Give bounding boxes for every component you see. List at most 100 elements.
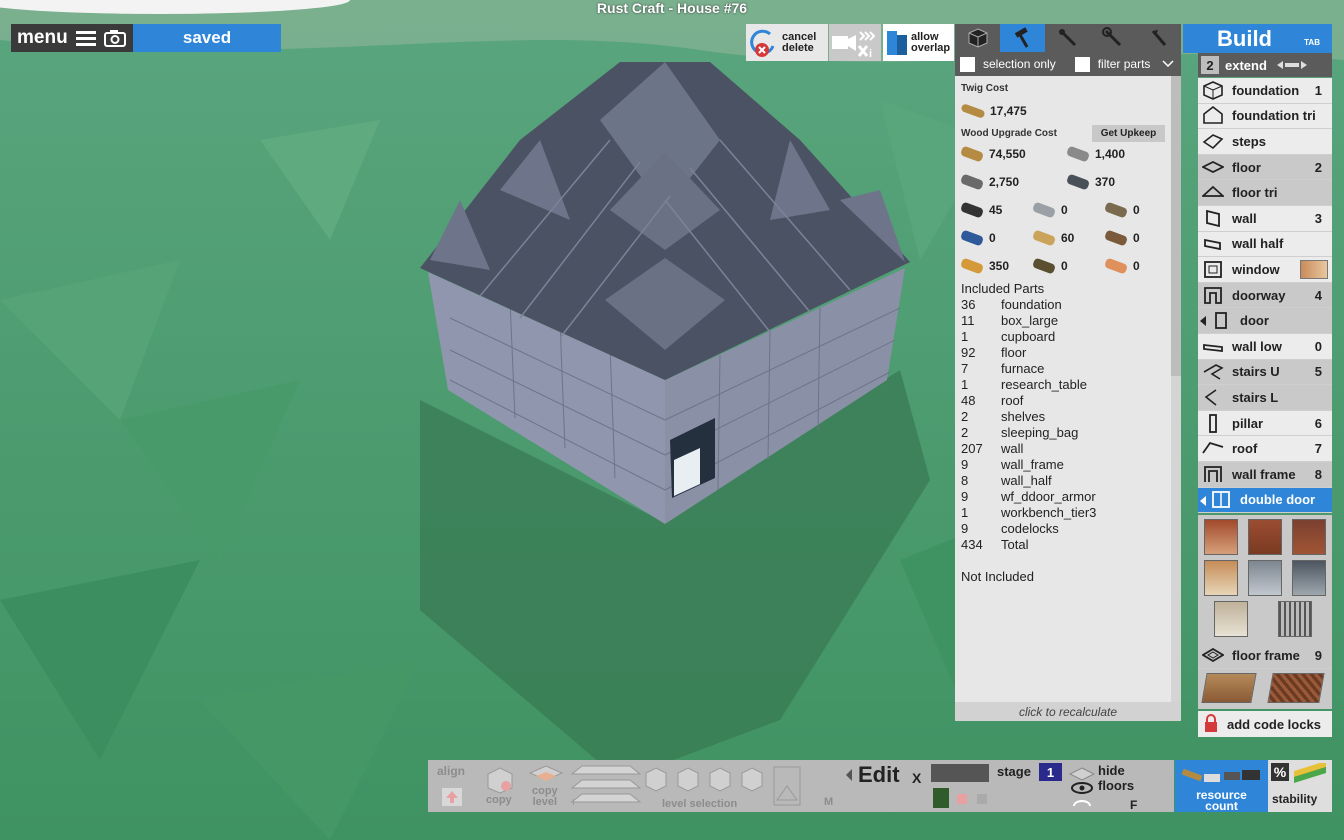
extend-row[interactable]: 2 extend <box>1198 53 1332 77</box>
build-item-floor-tri[interactable]: floor tri <box>1198 180 1332 206</box>
door-skin-3[interactable] <box>1292 519 1326 555</box>
tab-pliers[interactable] <box>1136 24 1181 52</box>
cost-panel[interactable]: Twig Cost 17,475 Wood Upgrade Cost Get U… <box>955 76 1181 721</box>
house-icon <box>1202 106 1224 125</box>
floor-skin-1[interactable] <box>1201 673 1257 703</box>
part-name: wf_ddoor_armor <box>1001 489 1096 504</box>
build-header[interactable]: Build TAB <box>1183 24 1332 53</box>
filter-parts-checkbox[interactable] <box>1074 56 1090 72</box>
filter-bar: selection only filter parts <box>955 52 1181 76</box>
part-quantity: 207 <box>961 441 983 456</box>
included-parts: Included Parts 36 foundation 11 box_large 1 c… <box>961 281 1096 553</box>
edit-name-field[interactable] <box>931 764 989 782</box>
selection-only-label: selection only <box>983 57 1056 71</box>
align-label[interactable]: align <box>437 764 465 778</box>
build-item-pillar[interactable]: pillar 6 <box>1198 410 1332 437</box>
copy-level-icon[interactable] <box>526 764 566 786</box>
double-door-icon <box>1210 491 1232 509</box>
wood-icon <box>961 104 985 118</box>
part-quantity: 48 <box>961 393 976 408</box>
door-skin-8[interactable] <box>1278 601 1312 637</box>
level-selection-icons[interactable] <box>644 764 768 794</box>
part-name: Total <box>1001 537 1029 552</box>
door-skin-2[interactable] <box>1248 519 1282 555</box>
cancel-delete-button[interactable]: cancel delete <box>746 24 828 61</box>
build-item-floor[interactable]: floor 2 <box>1198 154 1332 181</box>
svg-text:+: + <box>570 795 577 809</box>
tab-wrench[interactable] <box>1045 24 1090 52</box>
cost-scrollbar[interactable] <box>1171 76 1181 376</box>
camera-icon[interactable] <box>103 29 126 47</box>
part-name: shelves <box>1001 409 1046 424</box>
floor-frame-swatches <box>1198 669 1332 709</box>
edit-button[interactable]: Edit <box>858 762 900 788</box>
floor-tri-icon <box>1202 184 1224 202</box>
tab-hammer[interactable] <box>1000 24 1046 52</box>
build-item-wall-frame[interactable]: wall frame 8 <box>1198 461 1332 488</box>
build-item-window[interactable]: window <box>1198 257 1332 283</box>
copy-icon[interactable] <box>484 766 516 794</box>
build-item-doorway[interactable]: doorway 4 <box>1198 282 1332 309</box>
build-item-wall-half[interactable]: wall half <box>1198 231 1332 258</box>
tab-spanner[interactable] <box>1091 24 1136 52</box>
build-item-label: floor tri <box>1232 185 1278 201</box>
build-item-wall-low[interactable]: wall low 0 <box>1198 333 1332 360</box>
part-name: roof <box>1001 393 1024 408</box>
wood-upgrade-label: Wood Upgrade Cost <box>961 128 1057 139</box>
part-name: wall_half <box>1001 473 1052 488</box>
floor-frame-label: floor frame <box>1232 647 1300 663</box>
save-status[interactable]: saved <box>133 24 281 52</box>
build-item-floor-frame[interactable]: floor frame 9 <box>1198 643 1332 669</box>
measure-icon[interactable] <box>773 766 801 806</box>
align-up-icon[interactable] <box>442 788 462 806</box>
door-skin-5[interactable] <box>1248 560 1282 596</box>
hide-label: hide <box>1098 763 1125 778</box>
chevron-left-icon[interactable] <box>844 768 854 782</box>
level-stack-icon[interactable]: + <box>568 762 644 810</box>
stage-value[interactable]: 1 <box>1039 763 1062 781</box>
door-skin-6[interactable] <box>1292 560 1326 596</box>
video-toggle-button[interactable]: i <box>829 24 881 61</box>
close-edit-x[interactable]: X <box>912 770 921 786</box>
hide-floors-icon[interactable] <box>1068 766 1096 810</box>
add-code-locks-button[interactable]: add code locks <box>1198 711 1332 737</box>
build-item-door[interactable]: door <box>1198 308 1332 334</box>
hide-floors-label[interactable]: hide floors <box>1098 763 1134 793</box>
chevron-left-icon[interactable] <box>1199 495 1207 510</box>
resource-value: 1,400 <box>1095 147 1126 161</box>
build-item-wall[interactable]: wall 3 <box>1198 205 1332 232</box>
chevron-left-icon[interactable] <box>1199 315 1207 330</box>
chevron-down-icon[interactable] <box>1162 60 1174 68</box>
stage-label: stage <box>997 764 1031 779</box>
recalculate-button[interactable]: click to recalculate <box>955 702 1181 721</box>
part-row: 92 floor <box>961 345 1096 361</box>
selection-only-checkbox[interactable] <box>960 56 975 72</box>
build-item-foundation-tri[interactable]: foundation tri <box>1198 103 1332 130</box>
window-skin-dropdown[interactable] <box>1300 260 1328 280</box>
build-item-steps[interactable]: steps <box>1198 129 1332 155</box>
build-item-stairs-l[interactable]: stairs L <box>1198 385 1332 411</box>
door-skin-7[interactable] <box>1214 601 1248 637</box>
lock-icon <box>1205 714 1217 732</box>
edit-actions-icons[interactable] <box>933 788 989 808</box>
part-name: codelocks <box>1001 521 1059 536</box>
build-item-stairs-u[interactable]: stairs U 5 <box>1198 359 1332 386</box>
copy-level-line2: level <box>532 796 558 808</box>
door-skin-4[interactable] <box>1204 560 1238 596</box>
build-item-label: roof <box>1232 441 1258 457</box>
build-item-roof[interactable]: roof 7 <box>1198 436 1332 462</box>
get-upkeep-button[interactable]: Get Upkeep <box>1092 125 1165 142</box>
stability-button[interactable]: % stability <box>1268 760 1332 812</box>
menu-button[interactable]: menu <box>11 24 133 52</box>
part-row: 7 furnace <box>961 361 1096 377</box>
allow-overlap-button[interactable]: allow overlap <box>883 24 954 61</box>
build-item-foundation[interactable]: foundation 1 <box>1198 78 1332 104</box>
wall-icon <box>1202 209 1224 227</box>
build-item-double-door[interactable]: double door <box>1198 487 1332 514</box>
door-skin-1[interactable] <box>1204 519 1238 555</box>
part-row: 1 research_table <box>961 377 1096 393</box>
tab-cube[interactable] <box>955 24 1000 52</box>
floor-skin-2[interactable] <box>1267 673 1325 703</box>
resource-count-button[interactable]: resource count <box>1175 760 1268 812</box>
cube-icon <box>1202 80 1224 100</box>
